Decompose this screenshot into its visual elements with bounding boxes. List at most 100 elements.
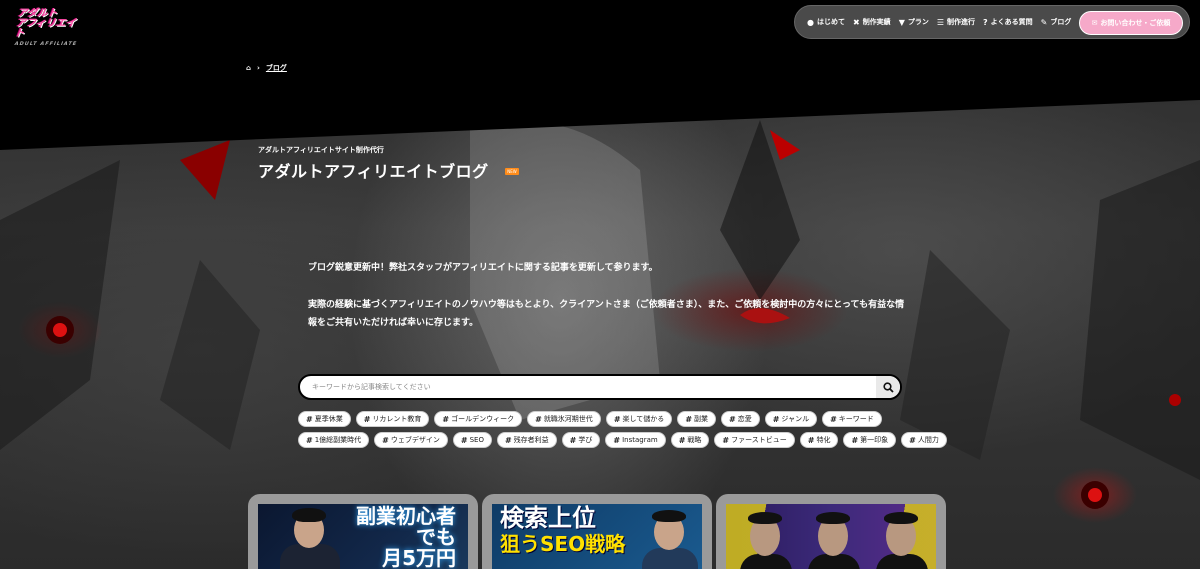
page-title: アダルトアフィリエイトブログ	[258, 162, 489, 181]
tag-label: 就職氷河期世代	[543, 415, 593, 423]
hash-icon: #	[909, 435, 916, 445]
contact-button[interactable]: ✉ お問い合わせ・ご依頼	[1079, 11, 1183, 35]
tag-label: 残存者利益	[513, 436, 549, 444]
nav-item-hajimete[interactable]: ● はじめて	[807, 17, 845, 27]
hash-icon: #	[306, 435, 313, 445]
tag-chip[interactable]: # ジャンル	[764, 411, 818, 427]
hash-icon: #	[807, 435, 815, 445]
tag-label: 特化	[816, 436, 831, 444]
info-circle-icon: ●	[807, 17, 814, 27]
tag-chip[interactable]: # 特化	[799, 432, 839, 448]
hash-icon: #	[678, 435, 686, 445]
main-nav: ● はじめて ✖ 制作実績 ▼ プラン ☰ 制作進行 ? よくある質問 ✎ ブロ…	[794, 5, 1190, 39]
tag-chip[interactable]: #1億総副業時代	[298, 432, 370, 448]
hash-icon: #	[306, 414, 313, 424]
person-figure	[876, 554, 928, 569]
article-thumbnail	[726, 504, 936, 569]
new-badge: NEW	[505, 168, 519, 175]
tag-chip[interactable]: # 残存者利益	[496, 432, 557, 448]
article-card[interactable]	[716, 494, 946, 569]
mail-icon: ✉	[1091, 19, 1098, 27]
hash-icon: #	[729, 414, 736, 424]
tag-chip[interactable]: # リカレント教育	[355, 411, 430, 427]
tag-chip[interactable]: # 第一印象	[843, 432, 897, 448]
hash-icon: #	[569, 435, 577, 445]
logo-line2: アフィリエイト	[13, 18, 77, 39]
tag-chip[interactable]: # 戦略	[670, 432, 710, 448]
funnel-icon: ▼	[898, 17, 905, 27]
page-eyebrow: アダルトアフィリエイトサイト制作代行	[258, 146, 384, 154]
tag-label: ウェブデザイン	[390, 436, 440, 444]
person-hair	[816, 512, 850, 524]
site-logo[interactable]: アダルト アフィリエイト ADULT AFFILIATE	[13, 8, 82, 47]
nav-item-process[interactable]: ☰ 制作進行	[937, 17, 975, 27]
breadcrumb: ⌂ › ブログ	[246, 63, 287, 73]
hash-icon: #	[460, 435, 468, 445]
intro-text-2: 実際の経験に基づくアフィリエイトのノウハウ等はもとより、クライアントさま（ご依頼…	[308, 300, 905, 328]
hash-icon: #	[363, 414, 371, 424]
tag-row-2: #1億総副業時代 # ウェブデザイン # SEO # 残存者利益 # 学び # Insta…	[298, 432, 947, 448]
thumbnail-headline: 検索上位	[500, 504, 596, 532]
tag-chip[interactable]: # 副業	[677, 411, 717, 427]
search-button[interactable]	[876, 376, 900, 398]
tag-label: 恋愛	[737, 415, 752, 423]
tag-label: リカレント教育	[372, 415, 422, 423]
tag-chip[interactable]: # 楽して儲かる	[605, 411, 673, 427]
hash-icon: #	[382, 435, 389, 445]
person-figure	[740, 554, 792, 569]
nav-label: 制作実績	[862, 18, 891, 26]
thumbnail-subheadline: 狙うSEO戦略	[500, 532, 626, 556]
nav-item-faq[interactable]: ? よくある質問	[983, 17, 1033, 27]
tag-chip[interactable]: # 夏季休業	[298, 411, 351, 427]
hash-icon: #	[535, 414, 542, 424]
tools-icon: ✖	[852, 17, 860, 27]
person-figure	[642, 548, 698, 569]
article-card[interactable]: 検索上位 狙うSEO戦略	[482, 494, 712, 569]
tag-chip[interactable]: # SEO	[452, 432, 492, 448]
intro-text-1: ブログ鋭意更新中！弊社スタッフがアフィリエイトに関する記事を更新して参ります。	[308, 263, 658, 273]
tag-label: 戦略	[687, 436, 702, 444]
tag-label: Instagram	[622, 436, 658, 444]
article-card[interactable]: 副業初心者 でも 月5万円	[248, 494, 478, 569]
tag-label: キーワード	[838, 415, 874, 423]
breadcrumb-current[interactable]: ブログ	[266, 63, 287, 73]
nav-label: プラン	[907, 18, 929, 26]
person-hair	[292, 508, 326, 522]
tag-row-1: # 夏季休業 # リカレント教育 # ゴールデンウィーク # 就職氷河期世代 # 楽して儲…	[298, 411, 918, 427]
logo-sub: ADULT AFFILIATE	[14, 41, 78, 47]
hash-icon: #	[442, 414, 450, 424]
nav-item-plan[interactable]: ▼ プラン	[899, 17, 929, 27]
hash-icon: #	[685, 414, 693, 424]
tag-chip[interactable]: # キーワード	[822, 411, 882, 427]
thumbnail-text: 月5万円	[382, 546, 456, 569]
tag-chip[interactable]: # ファーストビュー	[714, 432, 795, 448]
search-input[interactable]	[300, 376, 876, 398]
tag-chip[interactable]: # ゴールデンウィーク	[434, 411, 523, 427]
article-thumbnail: 検索上位 狙うSEO戦略	[492, 504, 702, 569]
list-icon: ☰	[936, 17, 945, 27]
person-hair	[652, 510, 686, 522]
hash-icon: #	[722, 435, 730, 445]
nav-item-works[interactable]: ✖ 制作実績	[853, 17, 891, 27]
tag-label: ゴールデンウィーク	[451, 415, 515, 423]
tag-label: ジャンル	[781, 415, 810, 423]
tag-label: 1億総副業時代	[314, 436, 362, 444]
breadcrumb-separator-icon: ›	[257, 64, 260, 72]
nav-label: はじめて	[816, 18, 845, 26]
tag-chip[interactable]: # 人間力	[901, 432, 947, 448]
edit-icon: ✎	[1040, 17, 1048, 27]
tag-label: 第一印象	[860, 436, 889, 444]
tag-chip[interactable]: # 恋愛	[721, 411, 760, 427]
tag-label: 楽して儲かる	[622, 415, 665, 423]
tag-label: ファーストビュー	[731, 436, 787, 444]
tag-chip[interactable]: # 学び	[561, 432, 601, 448]
tag-chip[interactable]: # Instagram	[605, 432, 666, 448]
home-icon[interactable]: ⌂	[246, 64, 251, 72]
question-icon: ?	[983, 17, 988, 27]
nav-label: ブログ	[1050, 18, 1072, 26]
nav-item-blog[interactable]: ✎ ブログ	[1041, 17, 1072, 27]
tag-chip[interactable]: # ウェブデザイン	[374, 432, 448, 448]
tag-chip[interactable]: # 就職氷河期世代	[527, 411, 601, 427]
contact-label: お問い合わせ・ご依頼	[1100, 19, 1171, 27]
nav-label: 制作進行	[947, 18, 976, 26]
